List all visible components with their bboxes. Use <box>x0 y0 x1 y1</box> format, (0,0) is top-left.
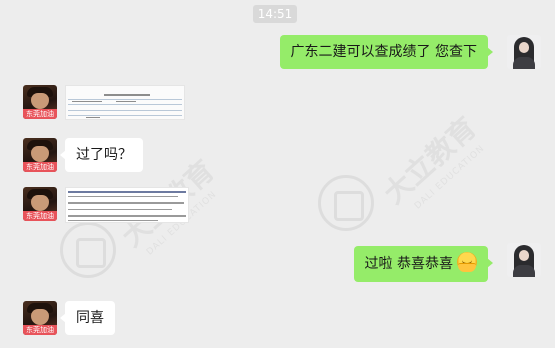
watermark-center: 大立教育 DALI EDUCATION <box>318 80 518 240</box>
image-message-score[interactable] <box>65 85 185 120</box>
message-bubble-received[interactable]: 同喜 <box>60 301 115 335</box>
my-avatar[interactable] <box>507 243 541 277</box>
my-avatar[interactable] <box>507 35 541 69</box>
message-bubble-received[interactable]: 过了吗？ <box>60 138 143 172</box>
hugging-face-icon <box>457 252 477 272</box>
image-message-text[interactable] <box>65 187 189 223</box>
contact-avatar[interactable]: 东莞加油 <box>23 301 57 335</box>
watermark-left: 大立教育 DALI EDUCATION <box>60 150 240 300</box>
contact-avatar[interactable]: 东莞加油 <box>23 85 57 119</box>
chat-window: 14:51 大立教育 DALI EDUCATION 大立教育 DALI EDUC… <box>0 0 555 348</box>
timestamp: 14:51 <box>253 5 297 23</box>
message-text: 过啦 恭喜恭喜 <box>364 256 453 272</box>
message-bubble-sent[interactable]: 过啦 恭喜恭喜 <box>353 246 494 282</box>
contact-avatar[interactable]: 东莞加油 <box>23 187 57 221</box>
contact-avatar[interactable]: 东莞加油 <box>23 138 57 172</box>
message-bubble-sent[interactable]: 广东二建可以查成绩了 您查下 <box>279 35 494 69</box>
